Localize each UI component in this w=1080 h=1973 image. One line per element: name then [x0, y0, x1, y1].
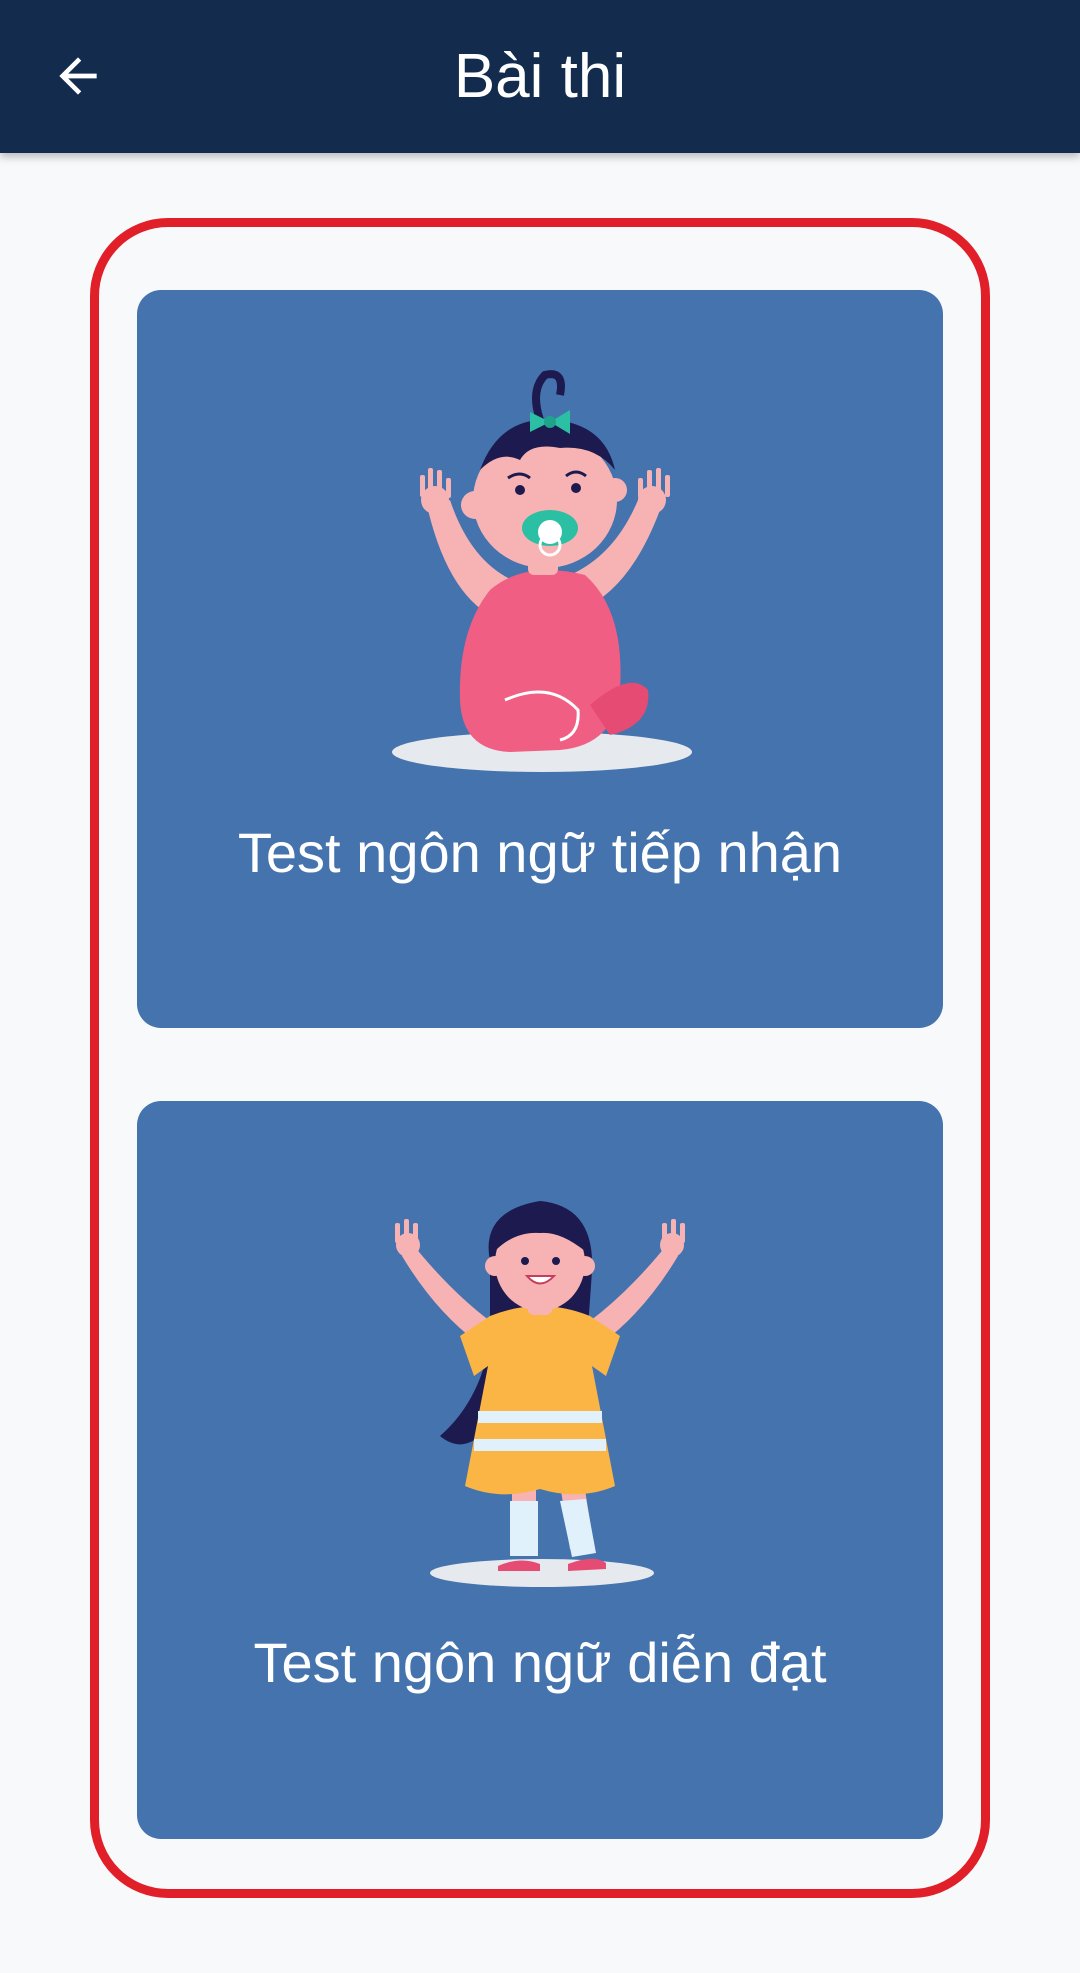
app-bar: Bài thi [0, 0, 1080, 153]
test-card-expressive-language[interactable]: Test ngôn ngữ diễn đạt [137, 1101, 943, 1839]
girl-waving-illustration [137, 1171, 943, 1601]
test-card-receptive-language[interactable]: Test ngôn ngữ tiếp nhận [137, 290, 943, 1028]
test-card-label: Test ngôn ngữ diễn đạt [253, 1631, 827, 1694]
test-card-label: Test ngôn ngữ tiếp nhận [237, 821, 843, 884]
page-title: Bài thi [453, 42, 627, 111]
baby-with-pacifier-illustration [137, 360, 943, 790]
